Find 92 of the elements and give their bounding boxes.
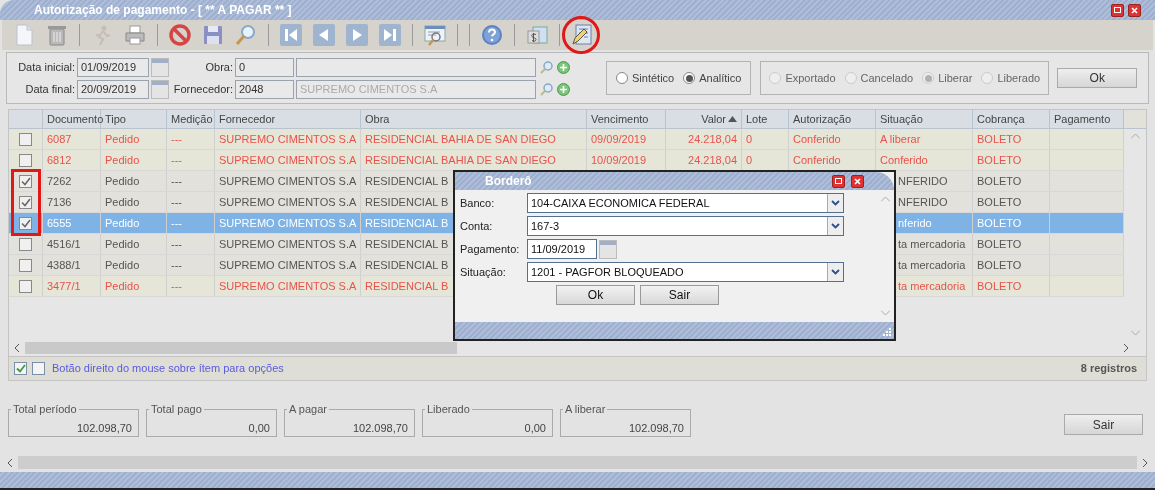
- table-cell: NFERIDO: [898, 175, 948, 187]
- field-label: Pagamento:: [460, 241, 521, 257]
- table-cell: nferido: [898, 217, 932, 229]
- table-cell: 7262: [47, 175, 72, 187]
- table-cell: BOLETO: [977, 154, 1022, 166]
- table-cell: ta mercadoria: [898, 238, 966, 250]
- table-cell: 09/09/2019: [591, 133, 647, 145]
- field-label: Data final:: [24, 81, 75, 97]
- radio-label: Liberar: [938, 70, 973, 86]
- table-cell: ---: [171, 175, 182, 187]
- table-cell: ---: [171, 217, 182, 229]
- field-label: Fornecedor:: [173, 81, 233, 97]
- table-cell: RESIDENCIAL B: [365, 175, 449, 187]
- table-cell: RESIDENCIAL B: [365, 238, 449, 250]
- table-cell: 24.218,04: [688, 154, 737, 166]
- hint-text: Botão direito do mouse sobre ítem para opções: [52, 361, 284, 377]
- table-cell: ta mercadoria: [898, 280, 966, 292]
- table-cell: 0: [746, 154, 753, 166]
- table-cell: RESIDENCIAL B: [365, 217, 449, 229]
- table-cell: Pedido: [105, 154, 140, 166]
- table-cell: 6555: [47, 217, 72, 229]
- table-cell: SUPREMO CIMENTOS S.A: [219, 238, 357, 250]
- table-cell: ---: [171, 238, 182, 250]
- field-label: Data inicial:: [17, 59, 75, 75]
- field-label: Banco:: [460, 195, 496, 211]
- table-cell: BOLETO: [977, 259, 1022, 271]
- table-cell: 4516/1: [47, 238, 81, 250]
- total-label: Total pago: [150, 402, 203, 417]
- table-cell: Pedido: [105, 259, 140, 271]
- table-cell: A liberar: [880, 133, 921, 145]
- table-cell: NFERIDO: [898, 196, 948, 208]
- total-value: 102.098,70: [75, 420, 132, 436]
- total-label: Liberado: [426, 402, 471, 417]
- table-cell: BOLETO: [977, 280, 1022, 292]
- table-cell: ---: [171, 280, 182, 292]
- table-cell: Pedido: [105, 175, 140, 187]
- table-cell: ta mercadoria: [898, 259, 966, 271]
- dialog-title: Borderô: [485, 173, 532, 190]
- table-cell: Conferido: [793, 154, 841, 166]
- table-cell: 7136: [47, 196, 72, 208]
- table-cell: 6812: [47, 154, 72, 166]
- total-value: 102.098,70: [627, 420, 684, 436]
- radio-label: Analítico: [699, 70, 742, 86]
- table-cell: BOLETO: [977, 238, 1022, 250]
- table-cell: SUPREMO CIMENTOS S.A: [219, 133, 357, 145]
- field-label: Conta:: [460, 218, 494, 234]
- total-label: Total período: [12, 402, 78, 417]
- table-cell: Pedido: [105, 133, 140, 145]
- table-cell: 0: [746, 133, 753, 145]
- table-cell: BOLETO: [977, 175, 1022, 187]
- table-cell: Pedido: [105, 196, 140, 208]
- table-cell: RESIDENCIAL BAHIA DE SAN DIEGO: [365, 133, 556, 145]
- radio-label: Sintético: [632, 70, 675, 86]
- table-cell: 24.218,04: [688, 133, 737, 145]
- table-cell: ---: [171, 196, 182, 208]
- total-value: 0,00: [247, 420, 270, 436]
- table-cell: ---: [171, 259, 182, 271]
- table-cell: SUPREMO CIMENTOS S.A: [219, 154, 357, 166]
- table-cell: 4388/1: [47, 259, 81, 271]
- table-cell: RESIDENCIAL B: [365, 259, 449, 271]
- total-label: A liberar: [564, 402, 607, 417]
- table-cell: SUPREMO CIMENTOS S.A: [219, 217, 357, 229]
- table-cell: ---: [171, 154, 182, 166]
- table-cell: SUPREMO CIMENTOS S.A: [219, 280, 357, 292]
- total-value: 102.098,70: [351, 420, 408, 436]
- table-cell: SUPREMO CIMENTOS S.A: [219, 196, 357, 208]
- table-cell: RESIDENCIAL BAHIA DE SAN DIEGO: [365, 154, 556, 166]
- table-cell: Pedido: [105, 238, 140, 250]
- table-cell: RESIDENCIAL B: [365, 280, 449, 292]
- total-label: A pagar: [288, 402, 328, 417]
- table-cell: Conferido: [880, 154, 928, 166]
- table-cell: Pedido: [105, 280, 140, 292]
- table-cell: 6087: [47, 133, 72, 145]
- table-cell: RESIDENCIAL B: [365, 196, 449, 208]
- radio-label: Liberado: [997, 70, 1041, 86]
- field-label: Situação:: [460, 264, 507, 280]
- table-cell: BOLETO: [977, 196, 1022, 208]
- total-value: 0,00: [523, 420, 546, 436]
- record-count: 8 registros: [1080, 361, 1138, 377]
- window-title: Autorização de pagamento - [ ** A PAGAR ** ]: [34, 2, 292, 19]
- table-cell: BOLETO: [977, 133, 1022, 145]
- radio-label: Exportado: [785, 70, 836, 86]
- table-cell: Pedido: [105, 217, 140, 229]
- radio-label: Cancelado: [860, 70, 914, 86]
- table-cell: Conferido: [793, 133, 841, 145]
- table-cell: SUPREMO CIMENTOS S.A: [219, 175, 357, 187]
- table-cell: BOLETO: [977, 217, 1022, 229]
- table-cell: ---: [171, 133, 182, 145]
- field-label: Obra:: [204, 59, 233, 75]
- table-cell: 10/09/2019: [591, 154, 647, 166]
- table-cell: 3477/1: [47, 280, 81, 292]
- table-cell: SUPREMO CIMENTOS S.A: [219, 259, 357, 271]
